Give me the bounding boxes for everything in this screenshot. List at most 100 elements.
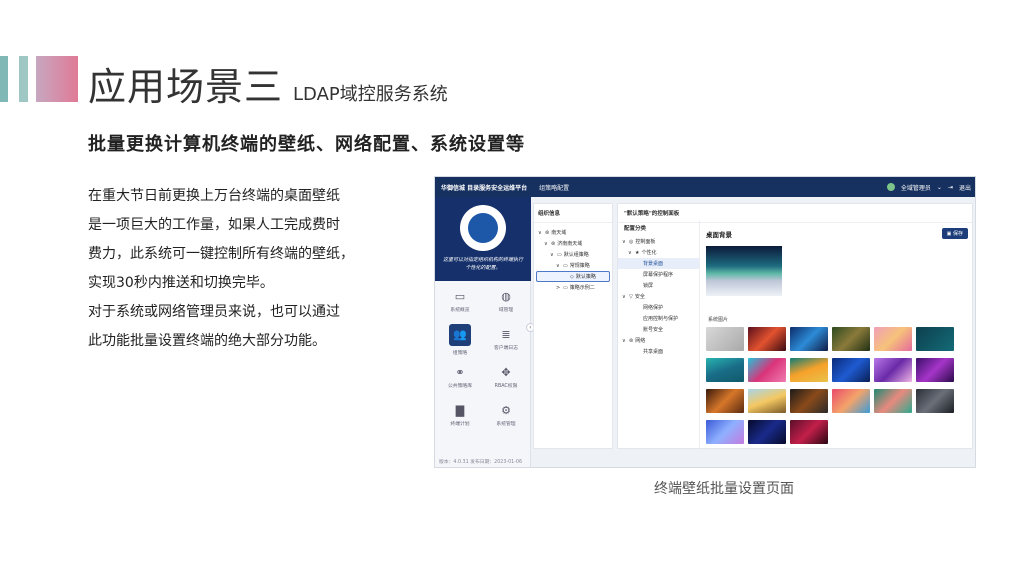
chevron-down-icon[interactable]: ⌄ (937, 184, 942, 191)
tree-node[interactable]: ∨ ⊜ 南天域 (536, 227, 610, 238)
org-tree-panel: 组织信息 ∨ ⊜ 南天域 ∨ ⊜ 济南南天域 ∨ ▭ 默认组策略 ∨ ▭ 常规策略 ◇ 默认策略 > ▭ 策略示… (533, 203, 613, 449)
node-icon: ◇ (570, 273, 574, 280)
org-tree-title: 组织信息 (534, 204, 612, 223)
nav-item-cluster[interactable]: ⚭ 公共策略库 (438, 361, 482, 395)
tree-node[interactable]: ∨ ⊜ 济南南天域 (536, 238, 610, 249)
save-label: 保存 (952, 231, 963, 237)
node-icon: ⊜ (545, 229, 550, 236)
config-category-header: 配置分类 (624, 226, 647, 232)
wallpaper-thumbnail[interactable] (874, 389, 912, 413)
nav-item-users[interactable]: 👥 组策略 (438, 323, 482, 357)
body-line: 费力，此系统可一键控制所有终端的壁纸， (88, 246, 354, 262)
monitor-icon: ▭ (454, 290, 466, 303)
config-item-label: 个性化 (641, 250, 657, 256)
wallpaper-thumbnail[interactable] (748, 389, 786, 413)
wallpaper-thumbnail[interactable] (916, 389, 954, 413)
config-item-label: 账号安全 (643, 327, 664, 333)
current-wallpaper-preview (706, 246, 782, 296)
version-info: 版本：4.0.31 发布日期：2023-01-06 (439, 460, 523, 465)
config-item[interactable]: ∨ ★ 个性化 (618, 247, 699, 258)
nav-item-gear[interactable]: ⚙ 系统管理 (484, 399, 528, 433)
wallpaper-thumbnail[interactable] (916, 358, 954, 382)
chevron-down-icon[interactable]: ∨ (622, 294, 629, 300)
title-deco-bar (0, 56, 8, 102)
tab-policy-config[interactable]: 组策略配置 (539, 183, 569, 192)
config-item[interactable]: 共享桌面 (618, 346, 699, 357)
tree-node[interactable]: ∨ ▭ 常规策略 (536, 260, 610, 271)
config-item[interactable]: ∨ ◎ 控制面板 (618, 236, 699, 247)
config-item[interactable]: 背景桌面 (618, 258, 699, 269)
wallpaper-thumbnail[interactable] (790, 420, 828, 444)
detail-title: 桌面背景 (706, 230, 732, 239)
system-images-label: 系统图片 (708, 317, 729, 323)
user-area: 全域管理员 ⌄ ⇥ 退出 (886, 183, 971, 192)
user-name[interactable]: 全域管理员 (901, 183, 931, 192)
move-icon: ✥ (501, 366, 511, 379)
slide-title: 应用场景三 LDAP域控服务系统 (88, 56, 448, 111)
nav-grid: ▭ 系统概览 ◍ 域管理 👥 组策略 ≣ 客户端日志 ⚭ 公共策略库 ✥ RBAC权限 ▇ 终端计划 ⚙ 系统… (435, 281, 530, 437)
wallpaper-thumbnail[interactable] (748, 327, 786, 351)
config-item-label: 控制面板 (635, 239, 656, 245)
node-icon: ⊜ (551, 240, 556, 247)
wallpaper-thumbnail[interactable] (706, 327, 744, 351)
nav-item-label: 公共策略库 (448, 384, 472, 389)
chevron-down-icon[interactable]: ∨ (544, 241, 551, 247)
config-item[interactable]: ∨ ▽ 安全 (618, 291, 699, 302)
nav-item-move[interactable]: ✥ RBAC权限 (484, 361, 528, 395)
wallpaper-thumbnail[interactable] (748, 358, 786, 382)
node-icon: ▭ (563, 262, 568, 269)
config-item-icon: ◎ (629, 238, 634, 245)
chevron-down-icon[interactable]: ∨ (622, 338, 629, 344)
save-button[interactable]: ▣ 保存 (941, 228, 968, 239)
nav-item-label: 终端计划 (450, 422, 470, 427)
logout-icon[interactable]: ⇥ (948, 184, 953, 191)
wallpaper-grid (706, 327, 954, 444)
logout-link[interactable]: 退出 (959, 183, 971, 192)
nav-item-list[interactable]: ≣ 客户端日志 (484, 323, 528, 357)
avatar[interactable] (886, 183, 895, 191)
tree-node[interactable]: ◇ 默认策略 (536, 271, 610, 282)
tree-node[interactable]: > ▭ 策略示例二 (536, 282, 610, 293)
tree-node[interactable]: ∨ ▭ 默认组策略 (536, 249, 610, 260)
config-item[interactable]: 锁屏 (618, 280, 699, 291)
config-item-label: 屏幕保护程序 (643, 272, 674, 278)
chevron-down-icon[interactable]: ∨ (622, 239, 629, 245)
wallpaper-thumbnail[interactable] (874, 327, 912, 351)
nav-item-file[interactable]: ▇ 终端计划 (438, 399, 482, 433)
chevron-down-icon[interactable]: ∨ (556, 263, 563, 269)
config-item-label: 背景桌面 (643, 261, 664, 267)
wallpaper-thumbnail[interactable] (832, 389, 870, 413)
wallpaper-thumbnail[interactable] (706, 420, 744, 444)
wallpaper-thumbnail[interactable] (706, 389, 744, 413)
body-line: 是一项巨大的工作量，如果人工完成费时 (88, 217, 340, 233)
chevron-down-icon[interactable]: ∨ (538, 230, 545, 236)
desktop-background-detail: 桌面背景 ▣ 保存 系统图片 (704, 224, 970, 450)
nav-item-monitor[interactable]: ▭ 系统概览 (438, 285, 482, 319)
nav-item-label: 系统概览 (450, 308, 470, 313)
config-item[interactable]: ∨ ⊜ 网络 (618, 335, 699, 346)
wallpaper-thumbnail[interactable] (832, 327, 870, 351)
config-item[interactable]: 屏幕保护程序 (618, 269, 699, 280)
chevron-down-icon[interactable]: ∨ (628, 250, 635, 256)
nav-hero: 这里可以对指定组织机构的终端执行个性化的配置。 (435, 197, 531, 281)
wallpaper-thumbnail[interactable] (706, 358, 744, 382)
wallpaper-thumbnail[interactable] (748, 420, 786, 444)
config-item-label: 应用控制与保护 (643, 316, 679, 322)
wallpaper-thumbnail[interactable] (790, 389, 828, 413)
config-category-list: 配置分类 ∨ ◎ 控制面板 ∨ ★ 个性化 背景桌面 屏幕保护程序 锁屏 ∨ ▽ 安全 网络保护 应用控制… (618, 220, 700, 450)
wallpaper-thumbnail[interactable] (874, 358, 912, 382)
nav-item-label: 组策略 (452, 351, 468, 356)
chevron-down-icon[interactable]: ∨ (550, 252, 557, 258)
wallpaper-thumbnail[interactable] (790, 327, 828, 351)
config-item[interactable]: 账号安全 (618, 324, 699, 335)
chevron-right-icon[interactable]: > (556, 285, 563, 291)
nav-item-label: 客户端日志 (494, 346, 518, 351)
config-item[interactable]: 网络保护 (618, 302, 699, 313)
config-item[interactable]: 应用控制与保护 (618, 313, 699, 324)
config-item-label: 锁屏 (643, 283, 654, 289)
nav-item-globe[interactable]: ◍ 域管理 (484, 285, 528, 319)
wallpaper-thumbnail[interactable] (790, 358, 828, 382)
config-item-icon: ★ (635, 249, 640, 256)
wallpaper-thumbnail[interactable] (916, 327, 954, 351)
wallpaper-thumbnail[interactable] (832, 358, 870, 382)
